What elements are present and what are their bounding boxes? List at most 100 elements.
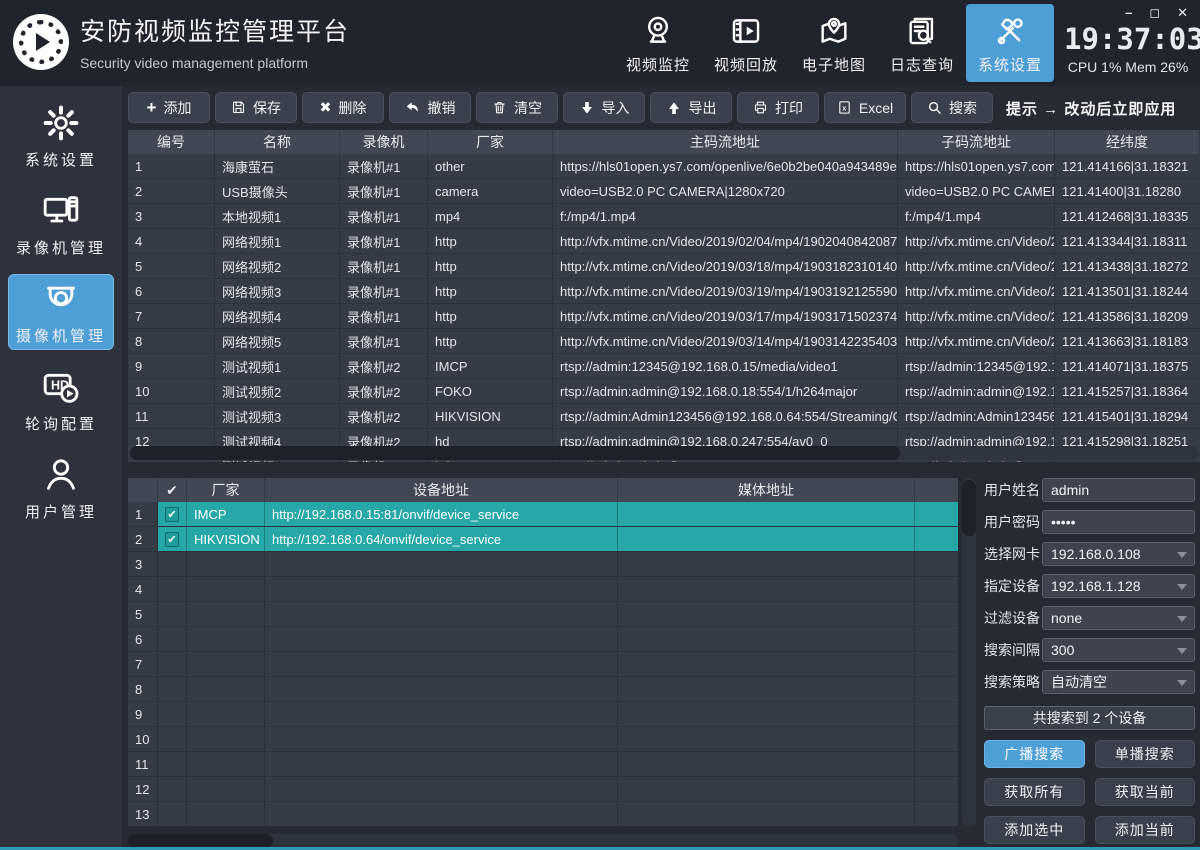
clock-block: 19:37:03 CPU 1% Mem 26% (1064, 22, 1192, 75)
sidebar-item-label: 摄像机管理 (16, 325, 106, 346)
panel-button-添加选中[interactable]: 添加选中 (984, 816, 1085, 844)
table-row[interactable]: 11 测试视频3 录像机#2 HIKVISION rtsp://admin:Ad… (128, 404, 1200, 429)
device-table-vscrollbar[interactable] (962, 478, 976, 827)
dropdown-3[interactable]: 192.168.0.108 (1042, 542, 1195, 566)
table-row[interactable]: 8 网络视频5 录像机#1 http http://vfx.mtime.cn/V… (128, 329, 1200, 354)
device-search-section: ✔ 厂家 设备地址 媒体地址 1 ✔ IMCP http://192.168.0… (128, 478, 976, 846)
table-row[interactable]: 4 网络视频1 录像机#1 http http://vfx.mtime.cn/V… (128, 229, 1200, 254)
toolbar-button-导出[interactable]: 导出 (650, 92, 732, 123)
form-row: 用户密码 ••••• (984, 510, 1195, 534)
empty-row[interactable]: 12 (128, 777, 958, 802)
nav-item-4[interactable]: 日志查询 (878, 4, 966, 82)
field-label: 用户姓名 (984, 480, 1042, 500)
camera-table: 编号名称录像机厂家主码流地址子码流地址经纬度 1 海康萤石 录像机#1 othe… (128, 130, 1200, 462)
toolbar-button-label: 导入 (602, 98, 630, 118)
toolbar: + 添加 保存✖ 删除 撤销 清空 导入 导出 打印x Excel (128, 92, 1200, 124)
column-header[interactable]: 子码流地址 (898, 130, 1055, 154)
toolbar-button-清空[interactable]: 清空 (476, 92, 558, 123)
empty-row[interactable]: 8 (128, 677, 958, 702)
form-row: 过滤设备 none (984, 606, 1195, 630)
tools-icon (991, 12, 1029, 50)
form-row: 指定设备 192.168.1.128 (984, 574, 1195, 598)
empty-row[interactable]: 6 (128, 627, 958, 652)
nav-item-5[interactable]: 系统设置 (966, 4, 1054, 82)
sidebar-item-label: 用户管理 (25, 501, 97, 522)
dropdown-5[interactable]: none (1042, 606, 1195, 630)
panel-button-获取当前[interactable]: 获取当前 (1095, 778, 1196, 806)
table-row[interactable]: 2 USB摄像头 录像机#1 camera video=USB2.0 PC CA… (128, 179, 1200, 204)
column-header[interactable]: 经纬度 (1055, 130, 1200, 154)
excel-icon: x (837, 100, 852, 115)
toolbar-button-撤销[interactable]: 撤销 (389, 92, 471, 123)
table-row[interactable]: 6 网络视频3 录像机#1 http http://vfx.mtime.cn/V… (128, 279, 1200, 304)
sidebar-item-2[interactable]: 录像机管理 (8, 186, 114, 262)
hscrollbar-thumb[interactable] (128, 834, 273, 848)
toolbar-button-保存[interactable]: 保存 (215, 92, 297, 123)
dropdown-7[interactable]: 自动清空 (1042, 670, 1195, 694)
toolbar-hint-text: 提示 → 改动后立即应用 (1006, 92, 1176, 124)
dome-camera-icon (40, 279, 82, 319)
dropdown-4[interactable]: 192.168.1.128 (1042, 574, 1195, 598)
column-header[interactable]: 主码流地址 (553, 130, 898, 154)
device-row[interactable]: 2 ✔ HIKVISION http://192.168.0.64/onvif/… (128, 527, 958, 552)
maximize-button[interactable]: ◻ (1149, 6, 1160, 20)
toolbar-button-搜索[interactable]: 搜索 (911, 92, 993, 123)
camera-table-hscrollbar[interactable] (130, 446, 1198, 460)
panel-button-添加当前[interactable]: 添加当前 (1095, 816, 1196, 844)
nav-item-1[interactable]: 视频监控 (614, 4, 702, 82)
column-header[interactable]: 厂家 (428, 130, 553, 154)
dropdown-6[interactable]: 300 (1042, 638, 1195, 662)
page-title: 安防视频监控管理平台 (80, 12, 350, 48)
table-row[interactable]: 9 测试视频1 录像机#2 IMCP rtsp://admin:12345@19… (128, 354, 1200, 379)
panel-button-单播搜索[interactable]: 单播搜索 (1095, 740, 1196, 768)
empty-row[interactable]: 10 (128, 727, 958, 752)
sidebar-item-1[interactable]: 系统设置 (8, 98, 114, 174)
form-row: 用户姓名 admin (984, 478, 1195, 502)
empty-row[interactable]: 5 (128, 602, 958, 627)
toolbar-button-label: 搜索 (949, 98, 977, 118)
empty-row[interactable]: 11 (128, 752, 958, 777)
log-search-icon (903, 12, 941, 50)
toolbar-button-删除[interactable]: ✖ 删除 (302, 92, 384, 123)
app-window: 安防视频监控管理平台 Security video management pla… (0, 0, 1200, 850)
device-row[interactable]: 1 ✔ IMCP http://192.168.0.15:81/onvif/de… (128, 502, 958, 527)
empty-row[interactable]: 4 (128, 577, 958, 602)
panel-buttons: 广播搜索单播搜索获取所有获取当前添加选中添加当前 (984, 740, 1195, 844)
poll-play-icon: HD (40, 367, 82, 407)
input-2[interactable]: ••••• (1042, 510, 1195, 534)
empty-row[interactable]: 13 (128, 802, 958, 827)
minimize-button[interactable]: – (1125, 6, 1132, 20)
vscrollbar-thumb[interactable] (962, 480, 976, 536)
table-row[interactable]: 7 网络视频4 录像机#1 http http://vfx.mtime.cn/V… (128, 304, 1200, 329)
toolbar-button-打印[interactable]: 打印 (737, 92, 819, 123)
sidebar-item-3[interactable]: 摄像机管理 (8, 274, 114, 350)
sidebar-item-4[interactable]: HD 轮询配置 (8, 362, 114, 438)
close-button[interactable]: ✕ (1177, 6, 1188, 20)
field-label: 搜索间隔 (984, 640, 1042, 660)
nav-item-2[interactable]: 视频回放 (702, 4, 790, 82)
empty-row[interactable]: 7 (128, 652, 958, 677)
row-checkbox[interactable]: ✔ (165, 507, 179, 522)
device-table-hscrollbar[interactable] (128, 834, 958, 848)
empty-row[interactable]: 9 (128, 702, 958, 727)
column-header[interactable]: 编号 (128, 130, 215, 154)
toolbar-button-Excel[interactable]: x Excel (824, 92, 906, 123)
table-row[interactable]: 1 海康萤石 录像机#1 other https://hls01open.ys7… (128, 154, 1200, 179)
hscrollbar-thumb[interactable] (130, 446, 900, 460)
sidebar-item-5[interactable]: 用户管理 (8, 450, 114, 526)
table-row[interactable]: 3 本地视频1 录像机#1 mp4 f:/mp4/1.mp4 f:/mp4/1.… (128, 204, 1200, 229)
column-header[interactable]: 录像机 (340, 130, 428, 154)
table-row[interactable]: 10 测试视频2 录像机#2 FOKO rtsp://admin:admin@1… (128, 379, 1200, 404)
panel-button-获取所有[interactable]: 获取所有 (984, 778, 1085, 806)
toolbar-button-导入[interactable]: 导入 (563, 92, 645, 123)
table-row[interactable]: 5 网络视频2 录像机#1 http http://vfx.mtime.cn/V… (128, 254, 1200, 279)
input-1[interactable]: admin (1042, 478, 1195, 502)
panel-button-广播搜索[interactable]: 广播搜索 (984, 740, 1085, 768)
nav-item-3[interactable]: 电子地图 (790, 4, 878, 82)
select-all-checkbox[interactable]: ✔ (158, 478, 187, 502)
toolbar-button-添加[interactable]: + 添加 (128, 92, 210, 123)
field-label: 指定设备 (984, 576, 1042, 596)
row-checkbox[interactable]: ✔ (165, 532, 179, 547)
column-header[interactable]: 名称 (215, 130, 340, 154)
empty-row[interactable]: 3 (128, 552, 958, 577)
